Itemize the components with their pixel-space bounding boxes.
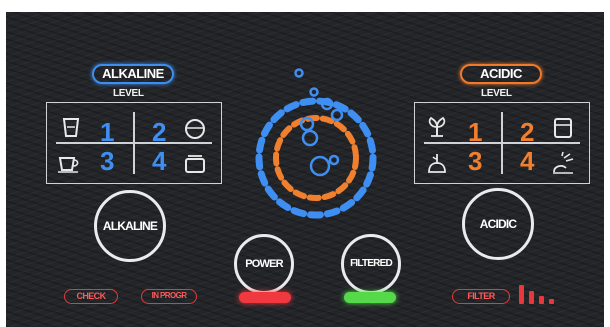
- alkaline-level-2[interactable]: 2: [152, 119, 166, 145]
- alkaline-level-label: LEVEL: [113, 88, 144, 99]
- alkaline-level-1[interactable]: 1: [100, 119, 114, 145]
- pot-icon: [185, 155, 205, 173]
- check-indicator: CHECK: [64, 289, 118, 304]
- filtered-led: [344, 292, 396, 303]
- alkaline-button[interactable]: ALKALINE: [94, 190, 166, 262]
- acidic-level-4[interactable]: 4: [520, 148, 534, 174]
- power-button[interactable]: POWER: [234, 234, 294, 294]
- filter-bar: [519, 285, 524, 304]
- alkaline-level-3[interactable]: 3: [100, 148, 114, 174]
- alkaline-level-4[interactable]: 4: [152, 148, 166, 174]
- acidic-level-label: LEVEL: [481, 88, 512, 99]
- acidic-badge: ACIDIC: [460, 64, 542, 84]
- in-progress-indicator: IN PROGR: [141, 289, 197, 304]
- water-ionizer-indicator: [255, 68, 377, 219]
- power-led: [239, 292, 291, 303]
- filtered-button[interactable]: FILTERED: [341, 234, 401, 294]
- acidic-level-3[interactable]: 3: [468, 148, 482, 174]
- watering-icon: [553, 151, 574, 174]
- cup-icon: [62, 118, 80, 137]
- tea-cup-icon: [58, 157, 79, 173]
- grid-divider: [424, 142, 580, 144]
- acidic-level-2[interactable]: 2: [520, 119, 534, 145]
- acidic-level-1[interactable]: 1: [468, 119, 482, 145]
- egg-icon: [185, 119, 205, 139]
- filter-bar: [539, 296, 544, 304]
- filter-indicator: FILTER: [452, 289, 510, 304]
- filter-bar: [529, 291, 534, 304]
- alkaline-badge: ALKALINE: [92, 64, 174, 84]
- acidic-button[interactable]: ACIDIC: [462, 188, 534, 260]
- plant-icon: [428, 116, 446, 137]
- control-panel: ALKALINE LEVEL 1 2 3 4 ALKALINE POWER FI…: [6, 12, 604, 327]
- flower-icon: [428, 154, 446, 173]
- laundry-icon: [554, 118, 572, 138]
- filter-bar: [549, 299, 554, 304]
- grid-divider: [56, 142, 212, 144]
